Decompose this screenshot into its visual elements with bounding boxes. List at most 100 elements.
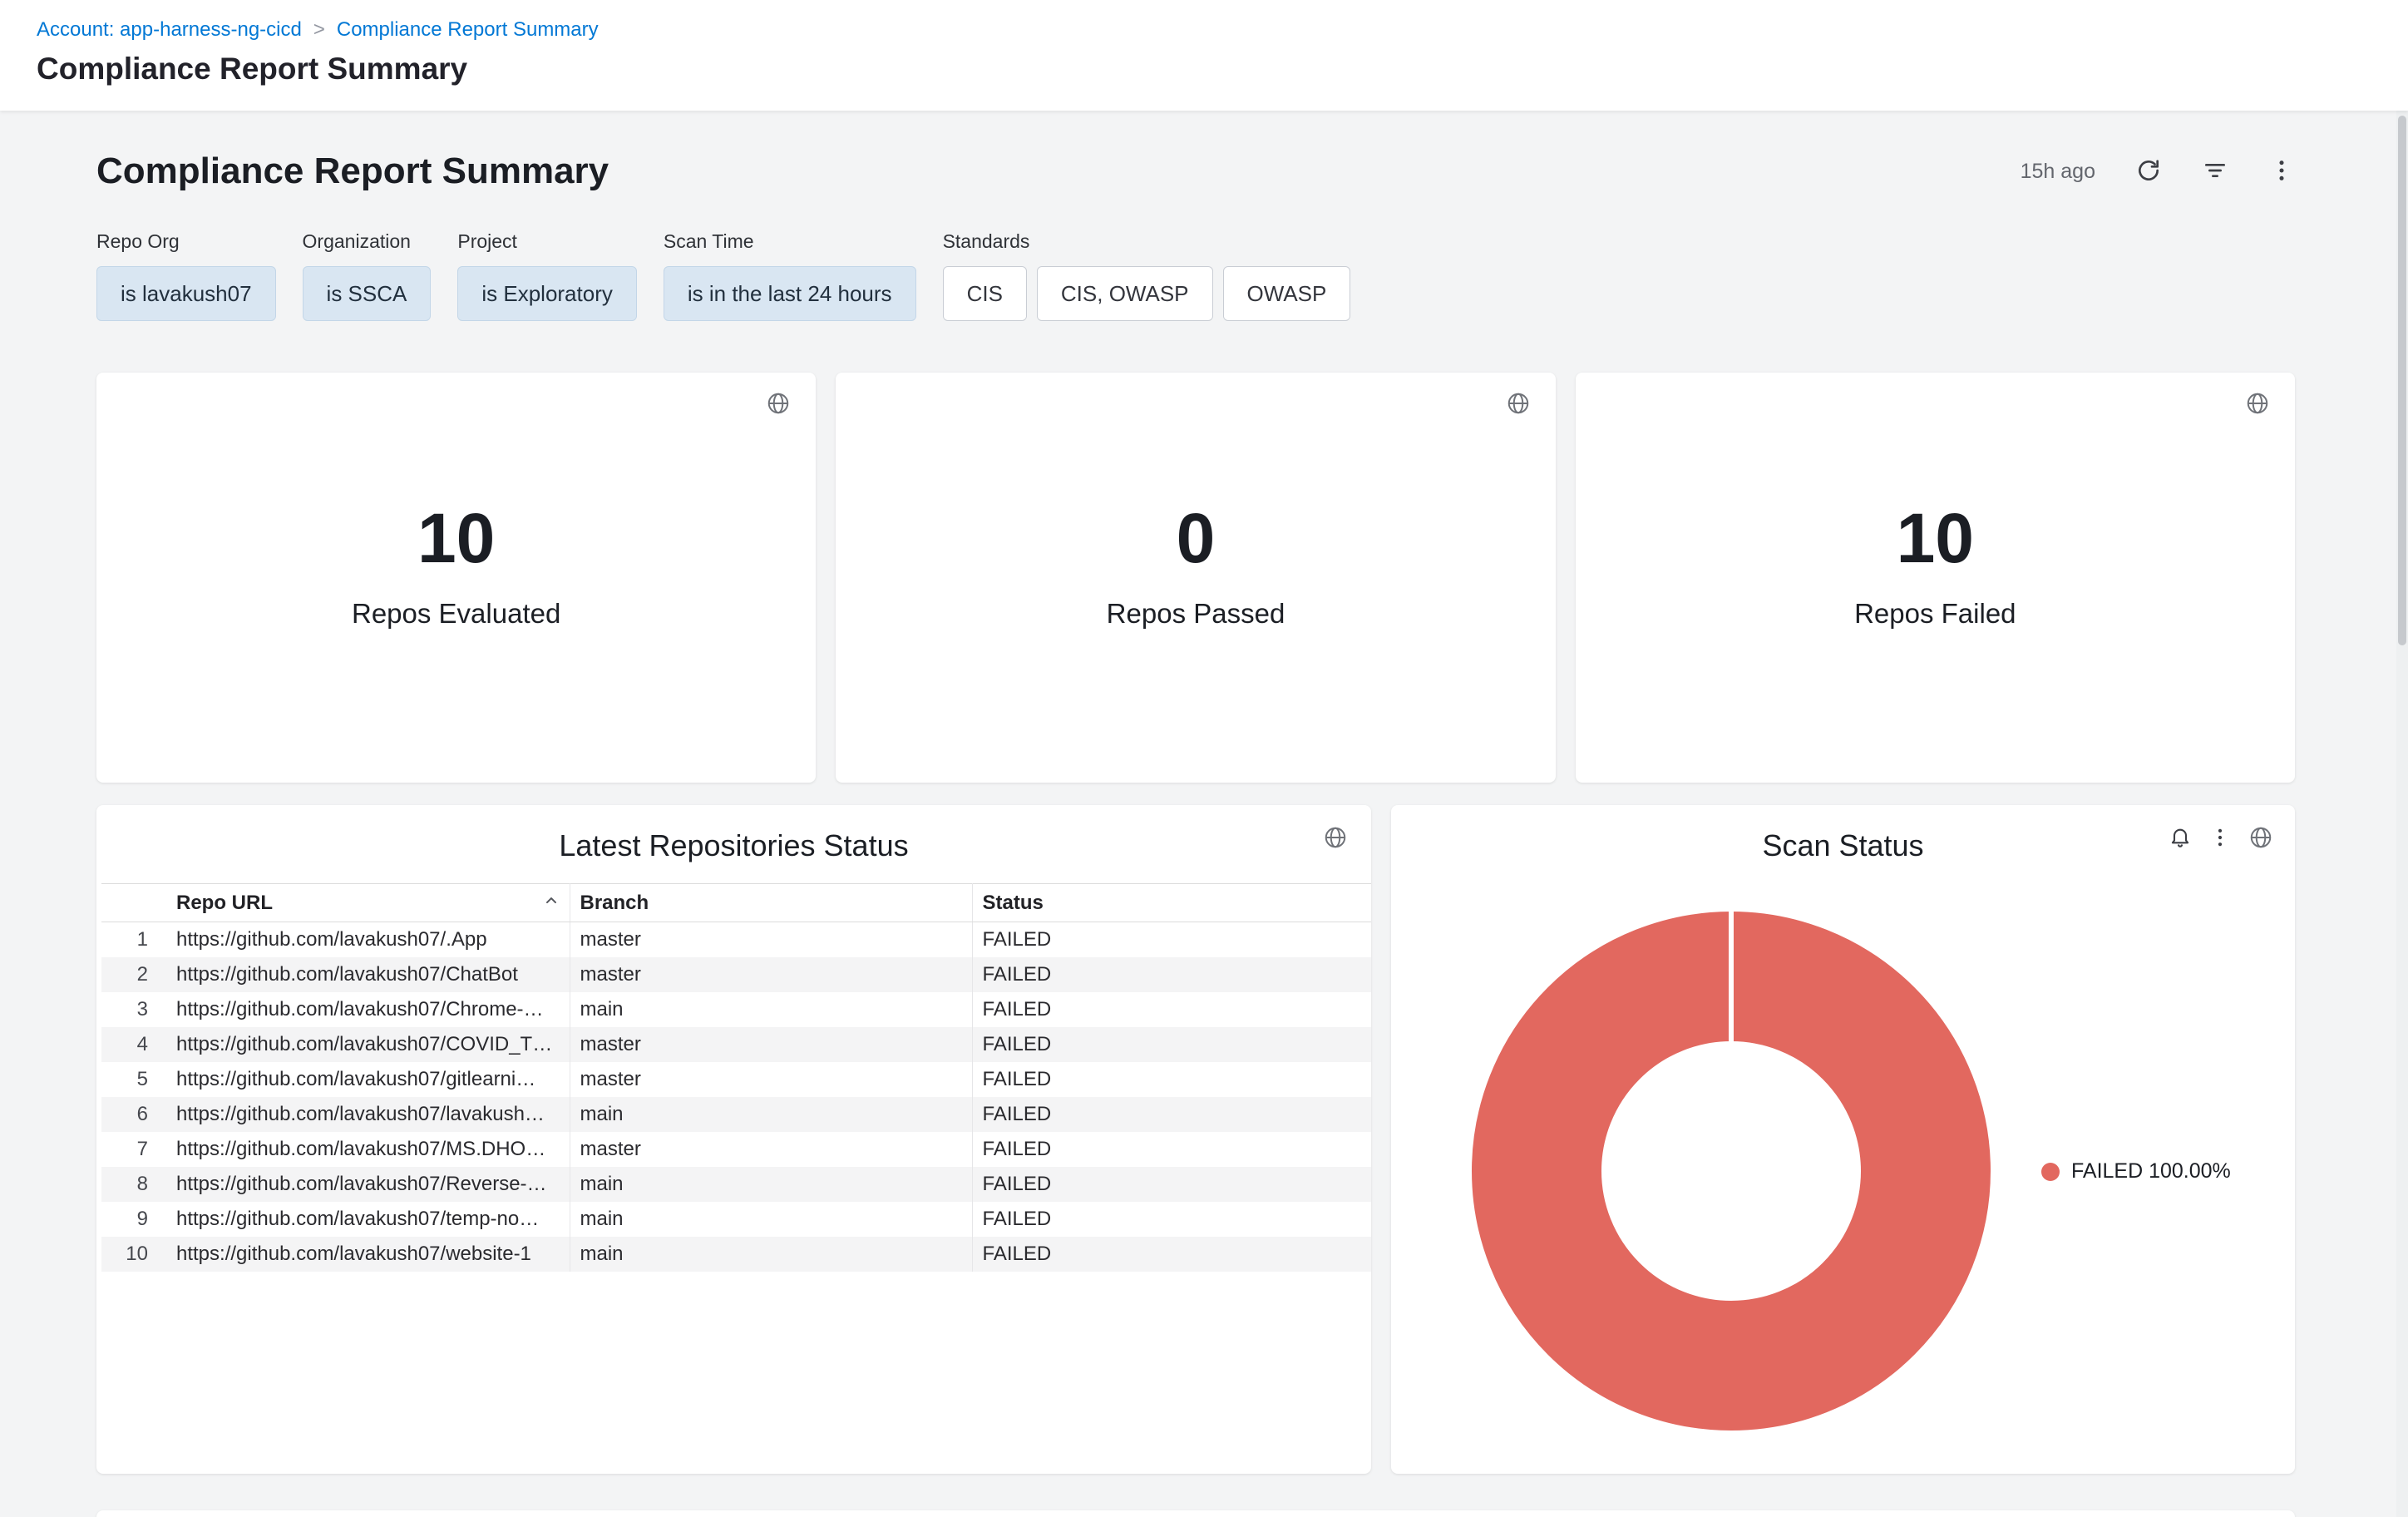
branch-cell: main (570, 1097, 972, 1132)
table-row: 5 https://github.com/lavakush07/gitlearn… (101, 1062, 1371, 1097)
stat-value-repos-failed: 10 (1897, 503, 1974, 573)
status-cell: FAILED (972, 1027, 1371, 1062)
row-number: 9 (101, 1202, 166, 1237)
repo-url-cell: https://github.com/lavakush07/website-1 (166, 1237, 570, 1272)
row-number: 4 (101, 1027, 166, 1062)
row-number-header (101, 884, 166, 922)
status-cell: FAILED (972, 922, 1371, 957)
table-row: 4 https://github.com/lavakush07/COVID_T…… (101, 1027, 1371, 1062)
dashboard-content: Compliance Report Summary 15h ago (0, 111, 2408, 1517)
branch-cell: main (570, 1237, 972, 1272)
filter-label-organization: Organization (303, 230, 432, 253)
kebab-menu-icon (2208, 826, 2232, 852)
explore-button[interactable] (1323, 825, 1348, 852)
row-number: 6 (101, 1097, 166, 1132)
repo-url-cell: https://github.com/lavakush07/MS.DHO… (166, 1132, 570, 1167)
stat-value-repos-passed: 0 (1177, 503, 1216, 573)
breadcrumb-separator: > (313, 18, 325, 42)
breadcrumb-account-link[interactable]: Account: app-harness-ng-cicd (37, 18, 302, 42)
stat-label-repos-evaluated: Repos Evaluated (352, 598, 560, 630)
page-header: Account: app-harness-ng-cicd > Complianc… (0, 0, 2408, 111)
repo-url-cell: https://github.com/lavakush07/lavakush… (166, 1097, 570, 1132)
repo-url-cell: https://github.com/lavakush07/Reverse-… (166, 1167, 570, 1202)
breadcrumb-current-link[interactable]: Compliance Report Summary (337, 18, 599, 42)
row-number: 10 (101, 1237, 166, 1272)
filter-button[interactable] (2202, 157, 2228, 186)
standards-option-cis-owasp[interactable]: CIS, OWASP (1037, 266, 1213, 321)
status-cell: FAILED (972, 1202, 1371, 1237)
branch-cell: master (570, 957, 972, 992)
standards-option-cis[interactable]: CIS (943, 266, 1027, 321)
stat-label-repos-passed: Repos Passed (1107, 598, 1285, 630)
scrollbar-thumb[interactable] (2398, 116, 2406, 645)
filter-chip-repo-org[interactable]: is lavakush07 (96, 266, 276, 321)
row-number: 2 (101, 957, 166, 992)
branch-cell: main (570, 992, 972, 1027)
scan-status-title: Scan Status (1391, 805, 2295, 863)
refresh-button[interactable] (2135, 157, 2162, 186)
filter-label-repo-org: Repo Org (96, 230, 276, 253)
repo-url-cell: https://github.com/lavakush07/Chrome-… (166, 992, 570, 1027)
status-cell: FAILED (972, 957, 1371, 992)
kebab-menu-icon (2268, 157, 2295, 186)
column-header-status[interactable]: Status (972, 884, 1371, 922)
standards-option-owasp[interactable]: OWASP (1223, 266, 1351, 321)
table-row: 9 https://github.com/lavakush07/temp-no…… (101, 1202, 1371, 1237)
table-header-row: Repo URL Branch Sta (101, 884, 1371, 922)
stat-value-repos-evaluated: 10 (417, 503, 495, 573)
scan-status-donut-chart[interactable] (1469, 909, 1993, 1433)
last-updated-label: 15h ago (2021, 160, 2095, 184)
globe-icon (2248, 825, 2273, 852)
donut-legend-failed[interactable]: FAILED 100.00% (2041, 1159, 2231, 1183)
repo-url-cell: https://github.com/lavakush07/.App (166, 922, 570, 957)
latest-repositories-card: Latest Repositories Status (96, 805, 1371, 1474)
globe-icon (1323, 825, 1348, 852)
table-row: 2 https://github.com/lavakush07/ChatBot … (101, 957, 1371, 992)
stat-cards-row: 10 Repos Evaluated 0 Repos Passed (96, 373, 2295, 783)
status-cell: FAILED (972, 992, 1371, 1027)
refresh-icon (2135, 157, 2162, 186)
tile-menu-button[interactable] (2208, 826, 2232, 852)
explore-button[interactable] (2248, 825, 2273, 852)
row-number: 5 (101, 1062, 166, 1097)
repo-url-cell: https://github.com/lavakush07/temp-no… (166, 1202, 570, 1237)
stat-card-repos-failed: 10 Repos Failed (1576, 373, 2295, 783)
breadcrumb: Account: app-harness-ng-cicd > Complianc… (37, 0, 2408, 42)
dashboard-title: Compliance Report Summary (96, 151, 609, 192)
filter-label-standards: Standards (943, 230, 1351, 253)
filter-chip-project[interactable]: is Exploratory (457, 266, 637, 321)
legend-label: FAILED 100.00% (2071, 1159, 2231, 1183)
legend-dot (2041, 1163, 2060, 1181)
table-row: 3 https://github.com/lavakush07/Chrome-…… (101, 992, 1371, 1027)
status-cell: FAILED (972, 1097, 1371, 1132)
table-row: 1 https://github.com/lavakush07/.App mas… (101, 922, 1371, 957)
filter-icon (2202, 157, 2228, 186)
status-cell: FAILED (972, 1132, 1371, 1167)
filter-chip-organization[interactable]: is SSCA (303, 266, 432, 321)
row-number: 1 (101, 922, 166, 957)
dashboard-menu-button[interactable] (2268, 157, 2295, 186)
repo-url-cell: https://github.com/lavakush07/gitlearni… (166, 1062, 570, 1097)
row-number: 8 (101, 1167, 166, 1202)
filter-chip-scan-time[interactable]: is in the last 24 hours (664, 266, 916, 321)
alerts-button[interactable] (2169, 826, 2192, 852)
row-number: 7 (101, 1132, 166, 1167)
scan-status-card: Scan Status (1391, 805, 2295, 1474)
filter-label-scan-time: Scan Time (664, 230, 916, 253)
table-row: 7 https://github.com/lavakush07/MS.DHO… … (101, 1132, 1371, 1167)
column-header-branch[interactable]: Branch (570, 884, 972, 922)
repo-url-cell: https://github.com/lavakush07/COVID_T… (166, 1027, 570, 1062)
table-row: 6 https://github.com/lavakush07/lavakush… (101, 1097, 1371, 1132)
branch-cell: main (570, 1167, 972, 1202)
sort-ascending-icon (543, 892, 560, 915)
repo-url-cell: https://github.com/lavakush07/ChatBot (166, 957, 570, 992)
filter-label-project: Project (457, 230, 637, 253)
branch-cell: main (570, 1202, 972, 1237)
branch-cell: master (570, 1027, 972, 1062)
stat-card-repos-evaluated: 10 Repos Evaluated (96, 373, 816, 783)
column-header-repo-url[interactable]: Repo URL (166, 884, 570, 922)
bell-icon (2169, 826, 2192, 852)
branch-cell: master (570, 1132, 972, 1167)
status-cell: FAILED (972, 1237, 1371, 1272)
next-card-partial (96, 1510, 2295, 1517)
